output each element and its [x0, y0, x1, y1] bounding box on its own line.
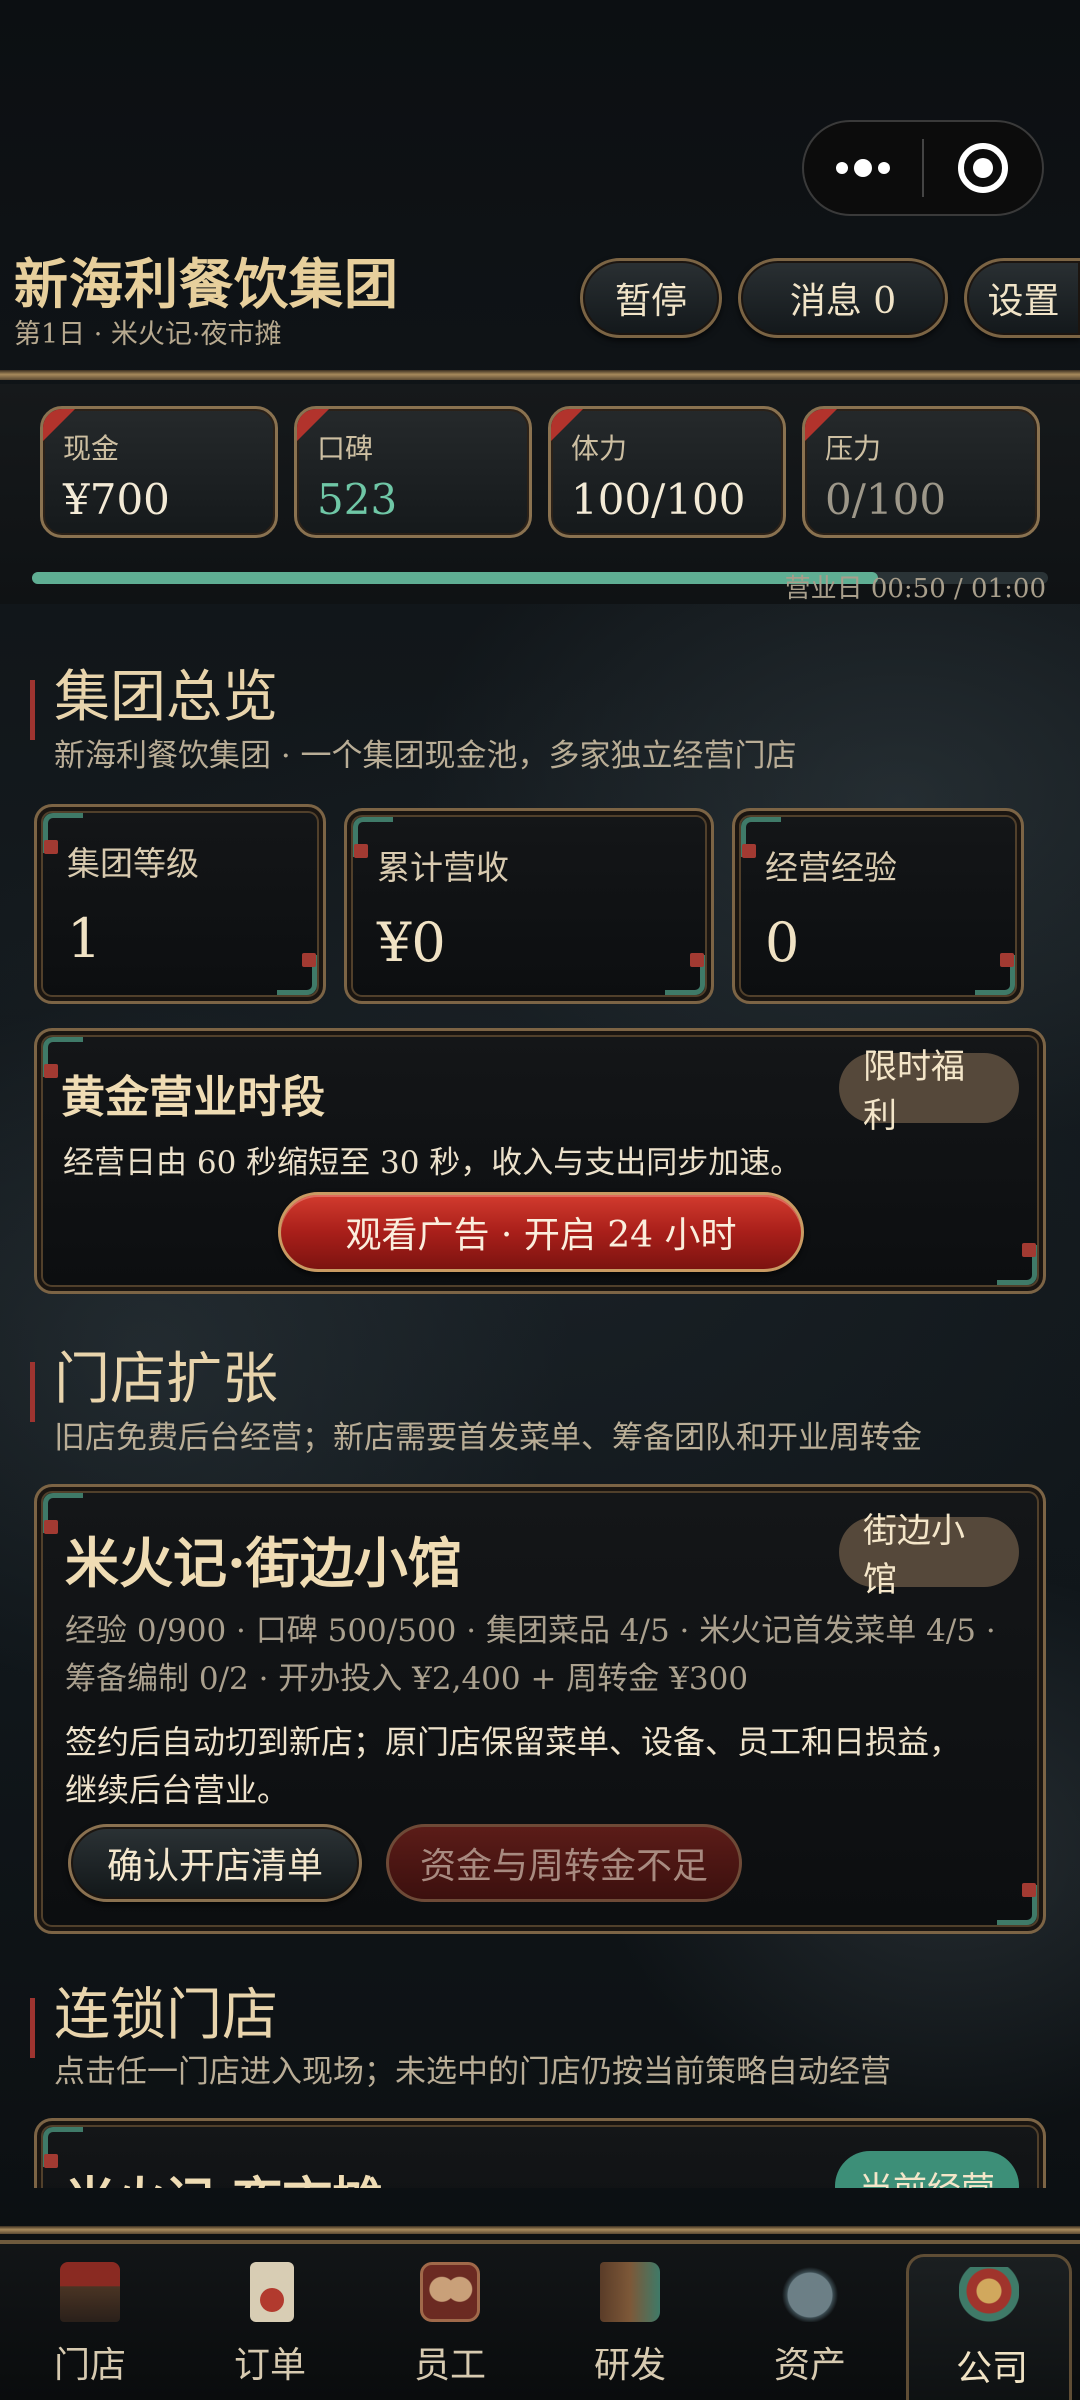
staff-portrait-icon [420, 2262, 480, 2322]
card-value: ¥0 [377, 911, 446, 974]
golden-hours-description: 经营日由 60 秒缩短至 30 秒，收入与支出同步加速。 [63, 1145, 802, 1181]
current-operating-tag: 当前经营 [835, 2151, 1019, 2188]
nav-label: 门店 [53, 2345, 126, 2386]
company-emblem-icon [959, 2267, 1019, 2327]
expansion-title: 门店扩张 [54, 1347, 278, 1412]
pause-button[interactable]: 暂停 [580, 258, 722, 338]
card-label: 经营经验 [765, 848, 897, 887]
frame-ornament [975, 953, 1015, 995]
stat-label: 口碑 [317, 432, 374, 465]
nav-tab-assets[interactable]: 资产 [720, 2244, 900, 2400]
frame-ornament [997, 1883, 1037, 1925]
stat-label: 现金 [63, 432, 120, 465]
group-level-card: 集团等级 1 [34, 804, 326, 1004]
nav-tab-staff[interactable]: 员工 [360, 2244, 540, 2400]
more-options-icon[interactable] [804, 122, 922, 214]
overview-title: 集团总览 [54, 665, 278, 730]
total-revenue-card: 累计营收 ¥0 [344, 808, 714, 1004]
store-name: 米火记·街边小馆 [65, 1531, 462, 1595]
requirements-line: 筹备编制 0/2 · 开办投入 ¥2,400 + 周转金 ¥300 [65, 1661, 749, 1697]
storefront-icon [60, 2262, 120, 2322]
requirements-line: 经验 0/900 · 口碑 500/500 · 集团菜品 4/5 · 米火记首发… [65, 1613, 996, 1649]
nav-tab-research[interactable]: 研发 [540, 2244, 720, 2400]
nav-label: 研发 [593, 2345, 666, 2386]
order-scroll-icon [250, 2262, 294, 2322]
golden-hours-title: 黄金营业时段 [61, 1072, 325, 1123]
experience-card: 经营经验 0 [732, 808, 1024, 1004]
card-value: 1 [67, 907, 102, 970]
frame-ornament [277, 953, 317, 995]
stat-label: 压力 [825, 432, 882, 465]
frame-ornament [997, 1243, 1037, 1285]
expansion-subtitle: 旧店免费后台经营；新店需要首发菜单、筹备团队和开业周转金 [54, 1420, 922, 1456]
chain-store-list: 米火记·夜市摊 当前经营 [34, 2118, 1046, 2188]
section-marker [30, 1998, 35, 2058]
chain-stores-title: 连锁门店 [54, 1983, 278, 2048]
coin-pouch-icon [780, 2262, 840, 2322]
store-type-tag: 街边小馆 [839, 1511, 1019, 1600]
progress-fill [32, 572, 879, 584]
chain-stores-subtitle: 点击任一门店进入现场；未选中的门店仍按当前策略自动经营 [54, 2054, 891, 2090]
stamina-stat: 体力 100/100 [548, 406, 786, 538]
recipe-book-icon [600, 2262, 660, 2322]
nav-tab-orders[interactable]: 订单 [180, 2244, 360, 2400]
card-label: 累计营收 [377, 848, 509, 887]
settings-button[interactable]: 设置 [964, 258, 1080, 338]
nav-label: 资产 [773, 2345, 846, 2386]
section-marker [30, 1362, 35, 1422]
bottom-navigation: 门店 订单 员工 研发 资产 公司 [0, 2240, 1080, 2400]
nav-label: 公司 [955, 2348, 1028, 2389]
store-note-line: 继续后台营业。 [65, 1771, 290, 1809]
cash-stat: 现金 ¥700 [40, 406, 278, 538]
close-miniprogram-icon[interactable] [924, 143, 1042, 193]
stat-value: 0/100 [825, 475, 947, 524]
confirm-opening-checklist-button[interactable]: 确认开店清单 [68, 1824, 362, 1902]
nav-tab-company[interactable]: 公司 [906, 2254, 1072, 2400]
stat-label: 体力 [571, 432, 628, 465]
frame-ornament [665, 953, 705, 995]
stat-value: 523 [317, 475, 398, 524]
nav-top-divider [0, 2226, 1080, 2234]
stat-value: ¥700 [63, 475, 170, 524]
section-marker [30, 680, 35, 740]
card-value: 0 [765, 911, 800, 974]
card-label: 集团等级 [67, 844, 199, 883]
business-day-time: 营业日 00:50 / 01:00 [784, 574, 1046, 604]
watch-ad-button[interactable]: 观看广告 · 开启 24 小时 [278, 1192, 804, 1272]
overview-subtitle: 新海利餐饮集团 · 一个集团现金池，多家独立经营门店 [54, 738, 797, 774]
company-name: 新海利餐饮集团 [14, 252, 399, 316]
reputation-stat: 口碑 523 [294, 406, 532, 538]
nav-label: 员工 [413, 2345, 486, 2386]
header-divider [0, 370, 1080, 380]
pressure-stat: 压力 0/100 [802, 406, 1040, 538]
nav-label: 订单 [233, 2345, 306, 2386]
insufficient-funds-button[interactable]: 资金与周转金不足 [386, 1824, 742, 1902]
store-note-line: 签约后自动切到新店；原门店保留菜单、设备、员工和日损益， [65, 1723, 962, 1761]
nav-tab-store[interactable]: 门店 [0, 2244, 180, 2400]
day-and-store-subtitle: 第1日 · 米火记·夜市摊 [14, 319, 282, 350]
night-market-store-card[interactable]: 米火记·夜市摊 当前经营 [34, 2118, 1046, 2188]
messages-button[interactable]: 消息 0 [738, 258, 948, 338]
store-name: 米火记·夜市摊 [65, 2161, 382, 2188]
limited-benefit-tag: 限时福利 [839, 1047, 1019, 1136]
stat-value: 100/100 [571, 475, 746, 524]
miniprogram-capsule [802, 120, 1044, 216]
